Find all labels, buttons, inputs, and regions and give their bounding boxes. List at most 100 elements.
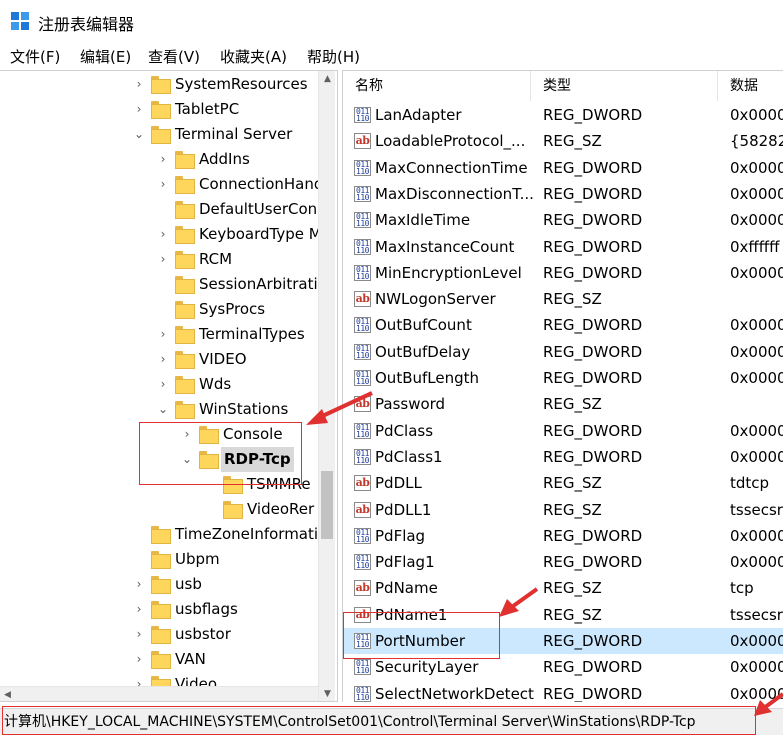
tree-item[interactable]: › VAN	[133, 647, 318, 672]
value-data: 0x00000	[730, 421, 783, 440]
key-tree-pane[interactable]: › SystemResources › TabletPC ⌄ Terminal Serve…	[0, 70, 338, 702]
chevron-right-icon[interactable]: ›	[157, 222, 169, 247]
values-pane[interactable]: 名称 类型 数据 011110LanAdapterREG_DWORD0x0000…	[342, 70, 783, 702]
value-row[interactable]: 011 110 MaxInstanceCount REG_DWORD 0xffffff	[343, 234, 783, 260]
tree-item[interactable]: › VIDEO	[157, 347, 318, 372]
value-row[interactable]: 011110PdFlag REG_DWORD 0x00000	[343, 523, 783, 549]
column-header-type[interactable]: 类型	[531, 71, 718, 101]
value-row[interactable]: 011110OutBufDelay REG_DWORD 0x00000	[343, 339, 783, 365]
tree-item[interactable]: › AddIns	[157, 147, 318, 172]
value-row[interactable]: 011110MinEncryptionLevel REG_DWORD 0x00000	[343, 260, 783, 286]
tree-item[interactable]: › usb	[133, 572, 318, 597]
value-row[interactable]: 011110PdClass1 REG_DWORD 0x00000	[343, 444, 783, 470]
folder-icon	[175, 251, 195, 269]
tree-item[interactable]: DefaultUserCon	[157, 197, 318, 222]
tree-item[interactable]: › Console	[181, 422, 318, 447]
tree-item[interactable]: › usbflags	[133, 597, 318, 622]
chevron-right-icon[interactable]: ›	[157, 147, 169, 172]
tree-item-label: VIDEO	[199, 350, 247, 368]
tree-item-label: ConnectionHand	[199, 175, 324, 193]
binary-value-icon: 011 110	[354, 264, 371, 281]
tree-item[interactable]: VideoRer	[205, 497, 318, 522]
column-header-name[interactable]: 名称	[343, 71, 531, 101]
value-row[interactable]: abLoadableProtocol_... REG_SZ {582822	[343, 128, 783, 154]
value-row[interactable]: 011110LanAdapter REG_DWORD 0x00000	[343, 102, 783, 128]
value-data: 0x00000	[730, 526, 783, 545]
value-row[interactable]: 011110PdFlag1 REG_DWORD 0x00000	[343, 549, 783, 575]
binary-value-icon: 011 110	[354, 212, 371, 229]
value-row[interactable]: 011110PdClass REG_DWORD 0x00000	[343, 418, 783, 444]
tree-item[interactable]: › SystemResources	[133, 72, 318, 97]
menu-edit[interactable]: 编辑(E)	[80, 46, 131, 67]
value-data: 0xffffff	[730, 237, 780, 256]
value-row[interactable]: abPdDLL1 REG_SZ tssecsrv	[343, 497, 783, 523]
value-row[interactable]: ab Password REG_SZ	[343, 391, 783, 417]
tree-item[interactable]: › Wds	[157, 372, 318, 397]
tree-item[interactable]: ⌄ RDP-Tcp	[181, 447, 318, 472]
value-row[interactable]: ab PdName REG_SZ tcp	[343, 575, 783, 601]
value-row[interactable]: 011110OutBufLength REG_DWORD 0x00000	[343, 365, 783, 391]
chevron-down-icon[interactable]: ⌄	[181, 447, 193, 472]
tree-item[interactable]: TimeZoneInformati	[133, 522, 318, 547]
value-type: REG_DWORD	[543, 263, 643, 282]
chevron-right-icon[interactable]: ›	[157, 372, 169, 397]
tree-item[interactable]: › TabletPC	[133, 97, 318, 122]
chevron-down-icon[interactable]: ⌄	[133, 122, 145, 147]
chevron-right-icon[interactable]: ›	[181, 422, 193, 447]
value-name: PdName1	[375, 605, 448, 624]
tree-item-label: RDP-Tcp	[221, 447, 294, 472]
menu-favorites[interactable]: 收藏夹(A)	[220, 46, 287, 67]
value-type: REG_SZ	[543, 132, 602, 151]
tree-item[interactable]: › RCM	[157, 247, 318, 272]
tree-item[interactable]: Ubpm	[133, 547, 318, 572]
chevron-right-icon[interactable]: ›	[157, 172, 169, 197]
binary-value-icon: 011 110	[354, 685, 371, 702]
value-row[interactable]: ab NWLogonServer REG_SZ	[343, 286, 783, 312]
folder-icon	[151, 126, 171, 144]
value-row[interactable]: 011110MaxConnectionTime REG_DWORD 0x00000	[343, 155, 783, 181]
chevron-right-icon[interactable]: ›	[133, 72, 145, 97]
tree-item[interactable]: › usbstor	[133, 622, 318, 647]
value-row[interactable]: 011 110 MaxDisconnectionT... REG_DWORD 0x000…	[343, 181, 783, 207]
value-row[interactable]: 011110SelectNetworkDetect REG_DWORD 0x0000…	[343, 681, 783, 702]
chevron-down-icon[interactable]: ⌄	[157, 397, 169, 422]
chevron-right-icon[interactable]: ›	[157, 322, 169, 347]
value-name: PdDLL1	[375, 500, 432, 519]
chevron-right-icon[interactable]: ›	[133, 647, 145, 672]
scroll-thumb[interactable]	[321, 471, 333, 539]
column-header-data[interactable]: 数据	[718, 71, 783, 101]
value-row[interactable]: 011110SecurityLayer REG_DWORD 0x00000	[343, 654, 783, 680]
value-row[interactable]: ab PdDLL REG_SZ tdtcp	[343, 470, 783, 496]
tree-item[interactable]: › KeyboardType M	[157, 222, 322, 247]
tree-item[interactable]: TSMMRe	[205, 472, 318, 497]
value-row[interactable]: abPdName1 REG_SZ tssecsrv	[343, 602, 783, 628]
tree-item[interactable]: › TerminalTypes	[157, 322, 318, 347]
menu-help[interactable]: 帮助(H)	[307, 46, 360, 67]
menu-view[interactable]: 查看(V)	[148, 46, 200, 67]
value-data: 0x00000	[730, 684, 783, 702]
tree-item[interactable]: SysProcs	[157, 297, 318, 322]
scroll-up-icon[interactable]: ▲	[319, 71, 336, 88]
chevron-right-icon[interactable]: ›	[133, 572, 145, 597]
chevron-right-icon[interactable]: ›	[157, 347, 169, 372]
scroll-down-icon[interactable]: ▼	[319, 686, 336, 701]
chevron-right-icon[interactable]: ›	[133, 97, 145, 122]
tree-item[interactable]: ⌄ WinStations	[157, 397, 318, 422]
folder-icon	[175, 151, 195, 169]
folder-icon	[151, 526, 171, 544]
chevron-right-icon[interactable]: ›	[157, 247, 169, 272]
value-row[interactable]: 011110OutBufCount REG_DWORD 0x00000	[343, 312, 783, 338]
tree-item-label: AddIns	[199, 150, 250, 168]
menu-file[interactable]: 文件(F)	[10, 46, 60, 67]
chevron-right-icon[interactable]: ›	[133, 597, 145, 622]
tree-item[interactable]: › ConnectionHand	[157, 172, 323, 197]
tree-item[interactable]: SessionArbitrati	[157, 272, 318, 297]
folder-icon	[175, 276, 195, 294]
scroll-left-icon[interactable]: ◀	[4, 687, 11, 701]
value-row[interactable]: 011110PortNumber REG_DWORD 0x00000	[343, 628, 783, 655]
tree-item[interactable]: ⌄ Terminal Server	[133, 122, 318, 147]
chevron-right-icon[interactable]: ›	[133, 622, 145, 647]
tree-horizontal-scrollbar[interactable]: ◀	[0, 686, 318, 701]
tree-vertical-scrollbar[interactable]: ▲ ▼	[318, 71, 336, 701]
value-row[interactable]: 011110MaxIdleTime REG_DWORD 0x00000	[343, 207, 783, 233]
